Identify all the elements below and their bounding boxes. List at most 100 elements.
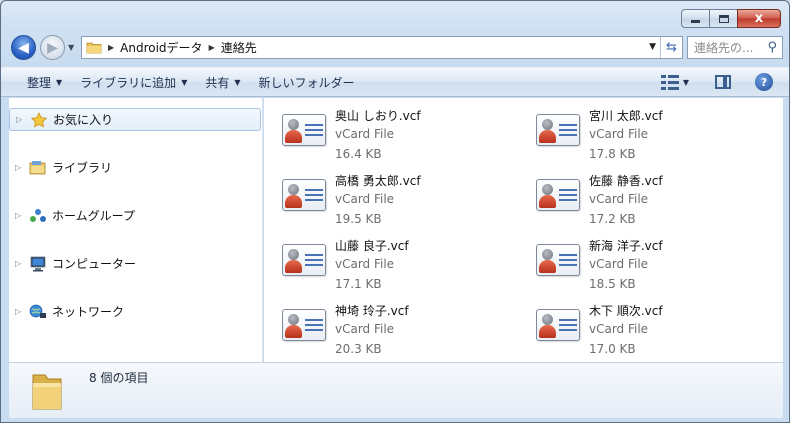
file-type: vCard File — [335, 257, 395, 271]
breadcrumb-separator-icon[interactable]: ▶ — [108, 43, 114, 52]
vcard-icon — [282, 309, 326, 341]
address-blank-area — [360, 41, 492, 55]
vcard-icon — [536, 309, 580, 341]
preview-pane-icon[interactable] — [715, 75, 731, 89]
file-name: 神埼 玲子.vcf — [335, 304, 409, 318]
folder-icon — [86, 42, 102, 54]
forward-arrow-icon: ▶ — [47, 39, 58, 56]
sidebar-item-favorites[interactable]: ▷ お気に入り — [9, 108, 261, 131]
search-box[interactable]: 連絡先の... ⚲ — [687, 36, 783, 59]
recent-pages-dropdown[interactable]: ▼ — [68, 43, 74, 52]
search-icon: ⚲ — [767, 40, 777, 55]
expand-arrow-icon[interactable]: ▷ — [15, 307, 29, 316]
homegroup-icon — [30, 208, 46, 222]
file-name: 宮川 太郎.vcf — [589, 109, 663, 123]
file-type: vCard File — [589, 257, 649, 271]
file-size: 19.5 KB — [335, 212, 382, 226]
address-bar[interactable]: ▶ Androidデータ ▶ 連絡先 ▼ ⇆ — [81, 36, 683, 59]
forward-button[interactable]: ▶ — [40, 35, 65, 60]
sidebar-item-label: ネットワーク — [52, 305, 125, 319]
file-item[interactable]: 木下 順次.vcf vCard File 17.0 KB — [518, 293, 758, 356]
item-count: 8 個の項目 — [89, 371, 149, 385]
expand-arrow-icon[interactable]: ▷ — [15, 211, 29, 220]
vcard-icon — [282, 244, 326, 276]
command-bar: 整理 ▼ ライブラリに追加 ▼ 共有 ▼ 新しいフォルダー ▼ ? — [1, 67, 789, 97]
caption-buttons: x — [681, 9, 781, 29]
expand-arrow-icon[interactable]: ▷ — [15, 163, 29, 172]
refresh-button[interactable]: ⇆ — [660, 37, 682, 58]
back-button[interactable]: ◀ — [11, 35, 36, 60]
file-type: vCard File — [589, 322, 649, 336]
expand-arrow-icon[interactable]: ▷ — [15, 259, 29, 268]
breadcrumb-contacts[interactable]: 連絡先 — [221, 39, 257, 56]
sidebar-item-label: お気に入り — [53, 113, 114, 127]
new-folder-label: 新しいフォルダー — [258, 75, 355, 90]
sidebar-item-label: コンピューター — [52, 257, 137, 271]
share-label: 共有 — [205, 75, 230, 90]
file-item[interactable]: 佐藤 静香.vcf vCard File 17.2 KB — [518, 163, 758, 226]
address-history-dropdown-icon[interactable]: ▼ — [649, 42, 656, 52]
file-type: vCard File — [335, 127, 395, 141]
view-options-icon[interactable] — [660, 74, 679, 90]
file-item[interactable]: 高橋 勇太郎.vcf vCard File 19.5 KB — [264, 163, 504, 226]
library-icon — [29, 160, 46, 174]
explorer-window: x ◀ ▶ ▼ ▶ Androidデータ ▶ 連絡先 ▼ ⇆ 連絡先の... ⚲… — [0, 0, 790, 423]
file-size: 17.1 KB — [335, 277, 382, 291]
folder-icon — [32, 374, 62, 410]
file-item[interactable]: 山藤 良子.vcf vCard File 17.1 KB — [264, 228, 504, 291]
back-arrow-icon: ◀ — [18, 39, 29, 56]
sidebar-item-homegroup[interactable]: ▷ ホームグループ — [9, 204, 261, 227]
file-size: 17.8 KB — [589, 147, 636, 161]
close-button[interactable]: x — [737, 9, 781, 28]
file-name: 奥山 しおり.vcf — [335, 109, 421, 123]
help-button[interactable]: ? — [755, 73, 773, 91]
chevron-down-icon: ▼ — [56, 77, 63, 87]
vcard-icon — [282, 179, 326, 211]
view-dropdown-icon[interactable]: ▼ — [683, 78, 689, 87]
expand-arrow-icon[interactable]: ▷ — [16, 115, 30, 124]
breadcrumb-separator-icon[interactable]: ▶ — [209, 43, 215, 52]
navigation-bar: ◀ ▶ ▼ ▶ Androidデータ ▶ 連絡先 ▼ ⇆ 連絡先の... ⚲ — [9, 33, 783, 61]
vcard-icon — [536, 179, 580, 211]
file-type: vCard File — [335, 192, 395, 206]
add-to-library-label: ライブラリに追加 — [80, 75, 177, 90]
search-placeholder: 連絡先の... — [694, 41, 754, 55]
file-name: 山藤 良子.vcf — [335, 239, 409, 253]
maximize-icon — [718, 14, 729, 23]
organize-menu[interactable]: 整理 ▼ — [27, 74, 62, 91]
sidebar-item-network[interactable]: ▷ ネットワーク — [9, 300, 261, 323]
file-list: 奥山 しおり.vcf vCard File 16.4 KB 宮川 太郎.vcf … — [264, 98, 783, 362]
file-size: 17.0 KB — [589, 342, 636, 356]
vcard-icon — [536, 244, 580, 276]
sidebar-item-libraries[interactable]: ▷ ライブラリ — [9, 156, 261, 179]
minimize-button[interactable] — [681, 9, 709, 28]
sidebar-item-label: ライブラリ — [52, 161, 113, 175]
star-icon — [30, 111, 48, 128]
file-size: 18.5 KB — [589, 277, 636, 291]
file-item[interactable]: 奥山 しおり.vcf vCard File 16.4 KB — [264, 98, 504, 161]
file-size: 16.4 KB — [335, 147, 382, 161]
close-icon: x — [754, 11, 764, 26]
help-icon: ? — [760, 75, 768, 89]
command-bar-right: ▼ ? — [660, 73, 773, 91]
refresh-icon: ⇆ — [666, 40, 677, 55]
file-name: 高橋 勇太郎.vcf — [335, 174, 421, 188]
chevron-down-icon: ▼ — [234, 77, 241, 87]
add-to-library-menu[interactable]: ライブラリに追加 ▼ — [80, 74, 187, 91]
file-item[interactable]: 神埼 玲子.vcf vCard File 20.3 KB — [264, 293, 504, 356]
maximize-button[interactable] — [709, 9, 737, 28]
computer-icon — [30, 256, 46, 271]
file-name: 佐藤 静香.vcf — [589, 174, 663, 188]
file-name: 木下 順次.vcf — [589, 304, 663, 318]
minimize-icon — [691, 20, 700, 23]
new-folder-button[interactable]: 新しいフォルダー — [259, 74, 355, 91]
share-menu[interactable]: 共有 ▼ — [205, 74, 240, 91]
sidebar-item-computer[interactable]: ▷ コンピューター — [9, 252, 261, 275]
sidebar-item-label: ホームグループ — [52, 209, 135, 223]
breadcrumb-android-data[interactable]: Androidデータ — [120, 39, 202, 56]
file-item[interactable]: 新海 洋子.vcf vCard File 18.5 KB — [518, 228, 758, 291]
file-type: vCard File — [589, 127, 649, 141]
vcard-icon — [282, 114, 326, 146]
file-item[interactable]: 宮川 太郎.vcf vCard File 17.8 KB — [518, 98, 758, 161]
file-size: 20.3 KB — [335, 342, 382, 356]
